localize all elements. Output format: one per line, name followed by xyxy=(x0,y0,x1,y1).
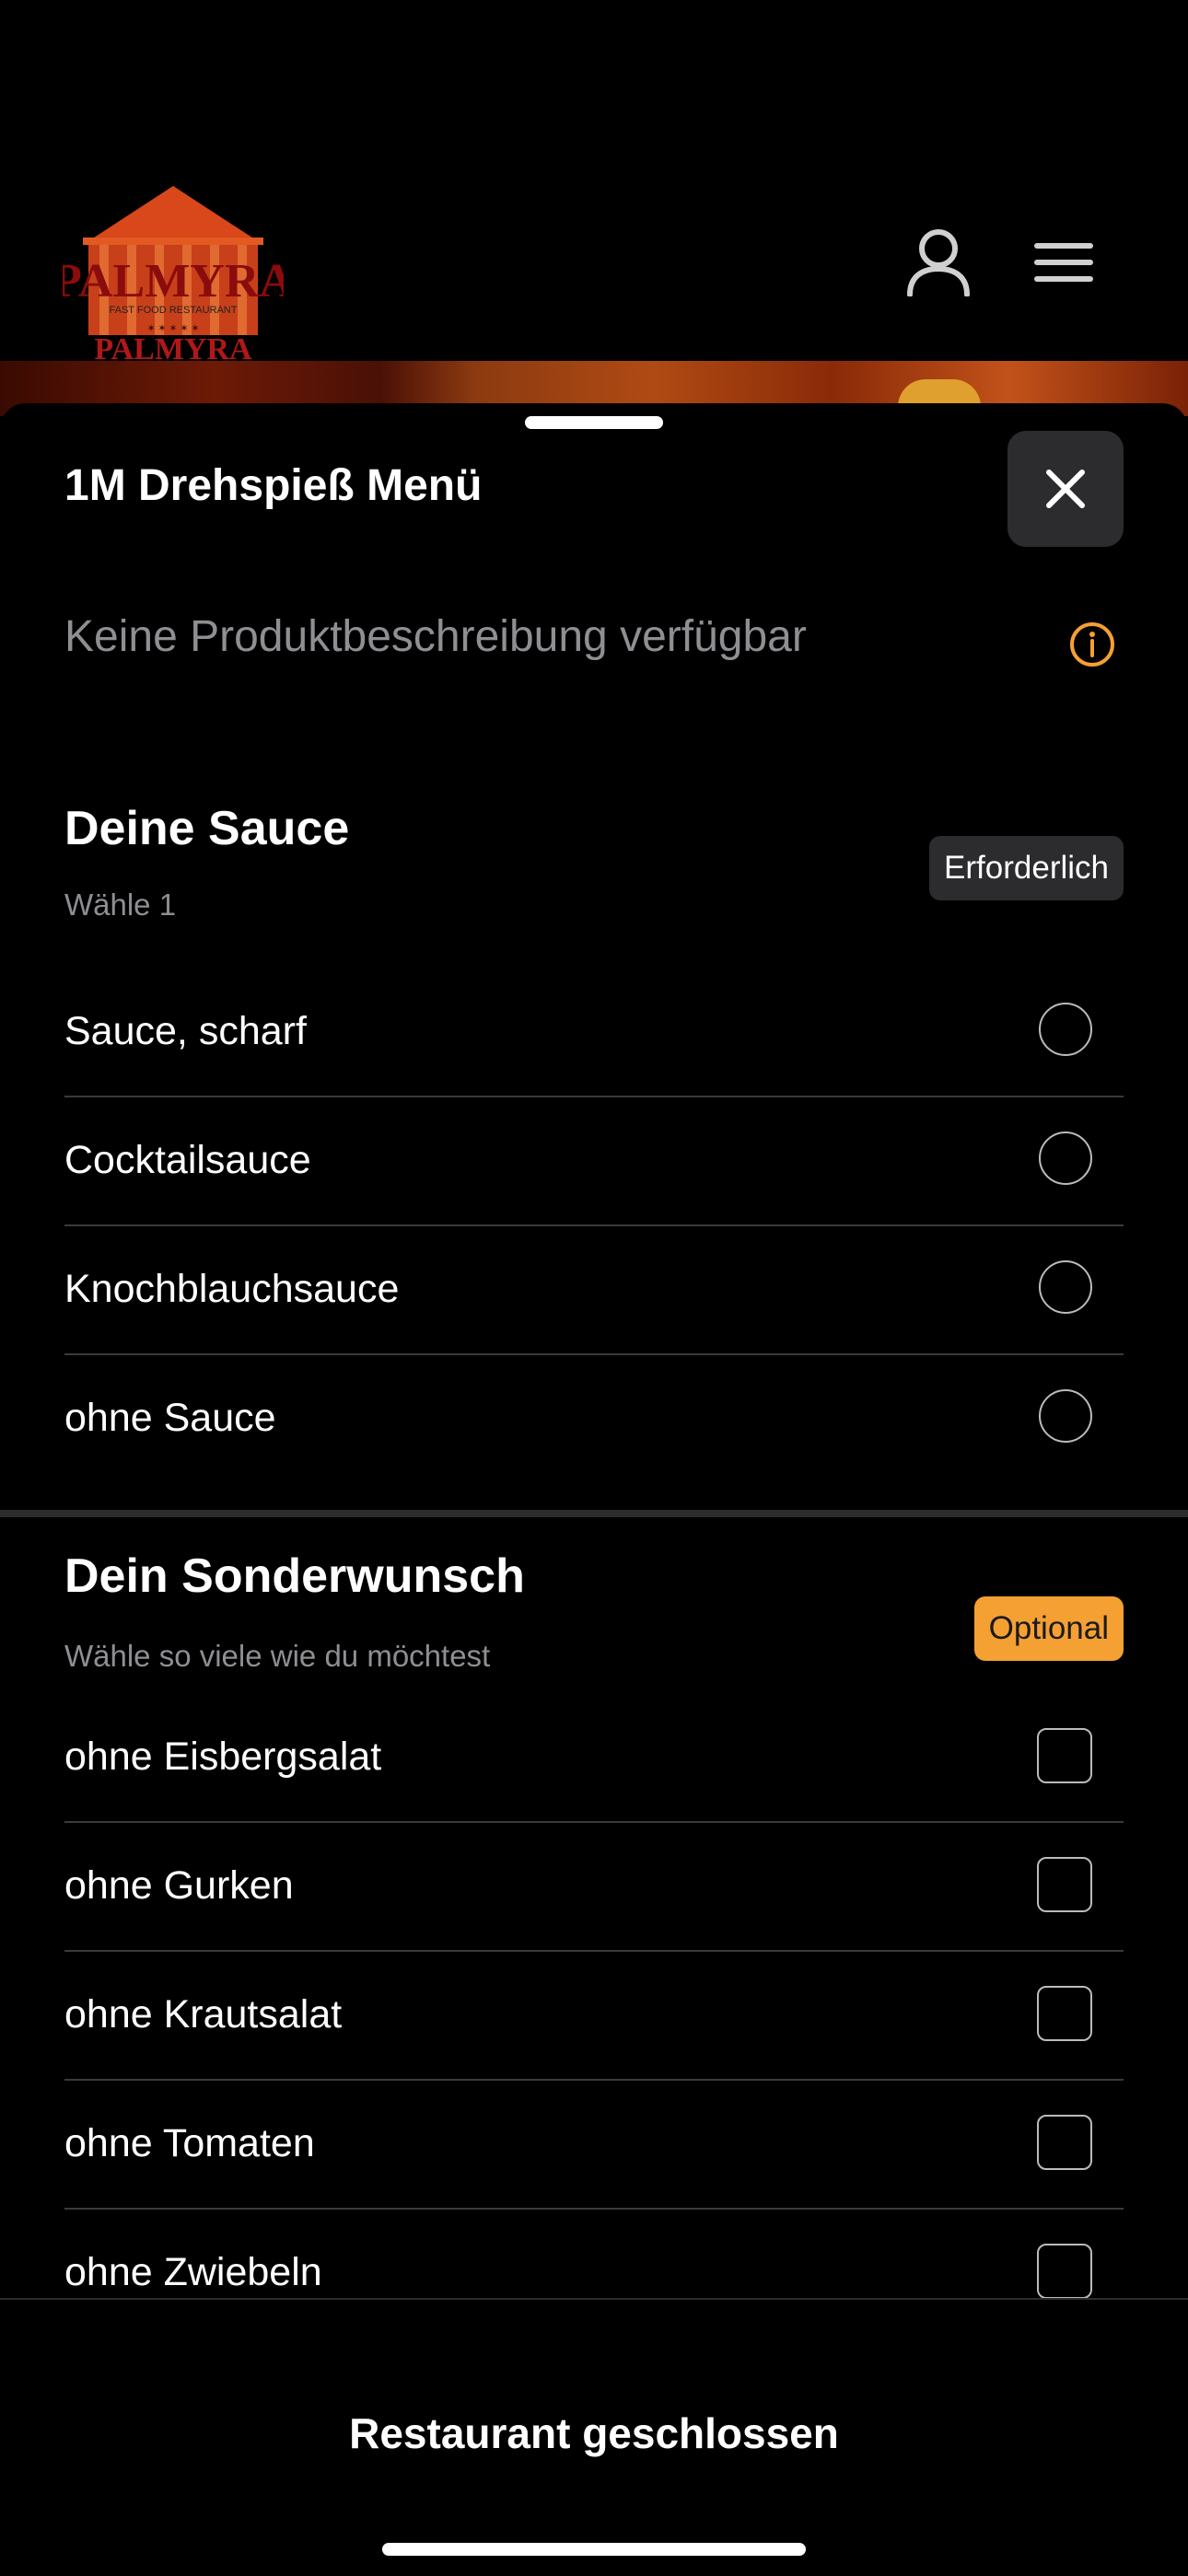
sauce-option[interactable]: ohne Sauce xyxy=(64,1353,1124,1482)
product-title: 1M Drehspieß Menü xyxy=(64,461,483,510)
optional-badge: Optional xyxy=(973,1596,1124,1661)
checkbox[interactable] xyxy=(1037,1728,1092,1783)
sauce-option[interactable]: Cocktailsauce xyxy=(64,1096,1124,1226)
group-title-special-request: Dein Sonderwunsch xyxy=(64,1549,525,1603)
checkbox[interactable] xyxy=(1037,2244,1092,2299)
option-label: Cocktailsauce xyxy=(64,1138,311,1182)
option-label: ohne Tomaten xyxy=(64,2121,315,2165)
special-request-option[interactable]: ohne Zwiebeln xyxy=(64,2208,1124,2300)
option-label: Knochblauchsauce xyxy=(64,1267,400,1311)
option-label: Sauce, scharf xyxy=(64,1009,307,1053)
product-sheet: 1M Drehspieß Menü Keine Produktbeschreib… xyxy=(0,403,1188,2574)
special-request-option[interactable]: ohne Tomaten xyxy=(64,2079,1124,2210)
restaurant-status: Restaurant geschlossen xyxy=(349,2409,839,2457)
svg-text:PALMYRA: PALMYRA xyxy=(63,255,284,307)
group-title-sauce: Deine Sauce xyxy=(64,802,350,855)
checkbox[interactable] xyxy=(1037,1986,1092,2041)
radio-button[interactable] xyxy=(1039,1131,1092,1185)
info-icon[interactable] xyxy=(1068,621,1116,668)
account-button[interactable] xyxy=(897,221,980,304)
product-description: Keine Produktbeschreibung verfügbar xyxy=(64,612,807,661)
sauce-option[interactable]: Knochblauchsauce xyxy=(64,1224,1124,1355)
group-subtitle-special-request: Wähle so viele wie du möchtest xyxy=(64,1639,491,1673)
sauce-option[interactable]: Sauce, scharf xyxy=(64,967,1124,1097)
app-header: PALMYRA FAST FOOD RESTAURANT ✶ ✶ ✶ ✶ ✶ P… xyxy=(0,0,1188,368)
checkbox[interactable] xyxy=(1037,2115,1092,2170)
option-label: ohne Eisbergsalat xyxy=(64,1735,382,1779)
radio-button[interactable] xyxy=(1039,1003,1092,1056)
radio-button[interactable] xyxy=(1039,1260,1092,1314)
restaurant-logo[interactable]: PALMYRA FAST FOOD RESTAURANT ✶ ✶ ✶ ✶ ✶ P… xyxy=(63,177,284,368)
hamburger-menu-icon xyxy=(1034,243,1093,282)
close-button[interactable] xyxy=(1007,431,1124,547)
sheet-scroll-content[interactable]: 1M Drehspieß Menü Keine Produktbeschreib… xyxy=(0,403,1188,2300)
svg-text:FAST FOOD RESTAURANT: FAST FOOD RESTAURANT xyxy=(110,305,238,316)
home-indicator[interactable] xyxy=(382,2543,806,2556)
required-badge: Erforderlich xyxy=(929,836,1124,900)
option-label: ohne Zwiebeln xyxy=(64,2250,322,2294)
user-icon xyxy=(907,229,970,296)
footer-bar: Restaurant geschlossen xyxy=(0,2298,1188,2576)
group-subtitle-sauce: Wähle 1 xyxy=(64,888,177,922)
special-request-option[interactable]: ohne Krautsalat xyxy=(64,1950,1124,2081)
special-request-option[interactable]: ohne Gurken xyxy=(64,1821,1124,1952)
checkbox[interactable] xyxy=(1037,1857,1092,1912)
option-label: ohne Krautsalat xyxy=(64,1992,343,2036)
radio-button[interactable] xyxy=(1039,1389,1092,1443)
close-icon xyxy=(1046,470,1085,508)
option-label: ohne Gurken xyxy=(64,1863,294,1908)
menu-button[interactable] xyxy=(1022,221,1105,304)
section-divider xyxy=(0,1510,1188,1517)
special-request-option[interactable]: ohne Eisbergsalat xyxy=(64,1692,1124,1823)
option-label: ohne Sauce xyxy=(64,1396,276,1440)
